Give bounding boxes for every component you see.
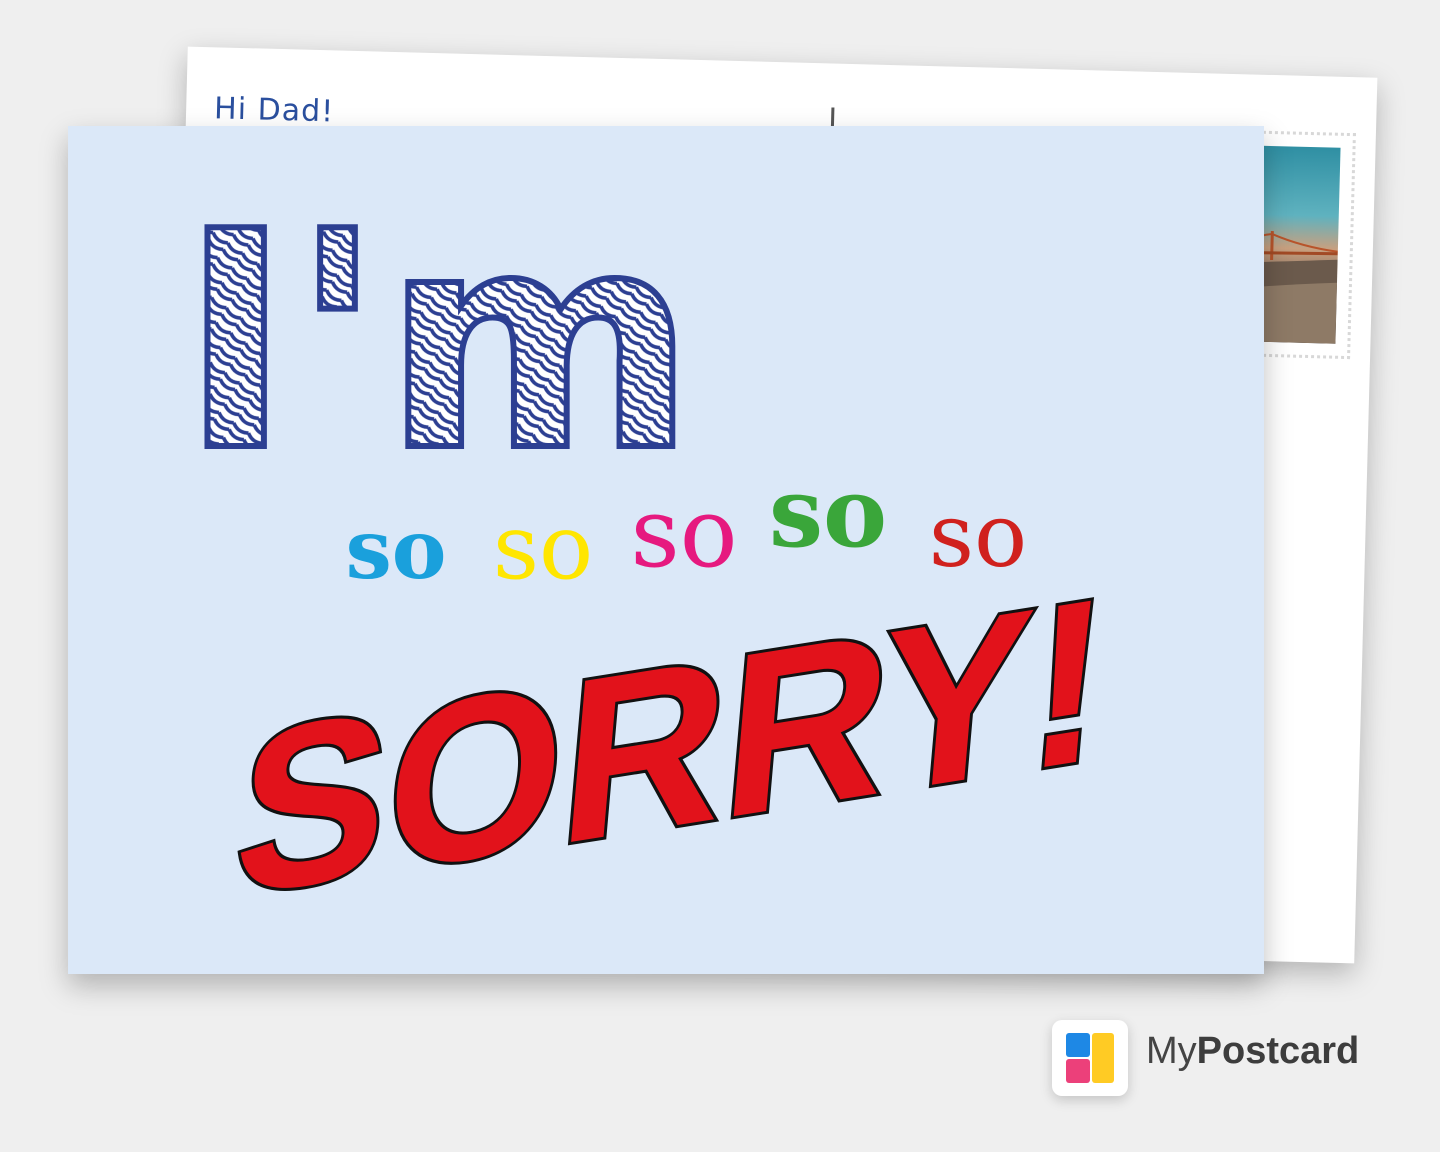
card-artwork: I'm so so so so so SORRY! bbox=[177, 165, 1120, 949]
so-word-1: so bbox=[346, 502, 447, 598]
logo-square-yellow bbox=[1092, 1033, 1114, 1083]
mypostcard-logo-icon bbox=[1052, 1020, 1128, 1096]
front-postcard: I'm so so so so so SORRY! bbox=[68, 126, 1264, 974]
sorry-text: SORRY! bbox=[226, 547, 1116, 946]
back-greeting: Hi Dad! bbox=[213, 91, 335, 130]
so-word-2: so bbox=[493, 495, 593, 600]
logo-square-blue bbox=[1066, 1033, 1090, 1057]
so-word-4: so bbox=[769, 456, 887, 569]
brand-name-light: My bbox=[1146, 1030, 1197, 1072]
im-text: I'm bbox=[180, 168, 696, 517]
logo-square-pink bbox=[1066, 1059, 1090, 1083]
so-word-3: so bbox=[630, 477, 737, 589]
brand-name: MyPostcard bbox=[1146, 1030, 1359, 1073]
brand-name-bold: Postcard bbox=[1196, 1030, 1360, 1072]
